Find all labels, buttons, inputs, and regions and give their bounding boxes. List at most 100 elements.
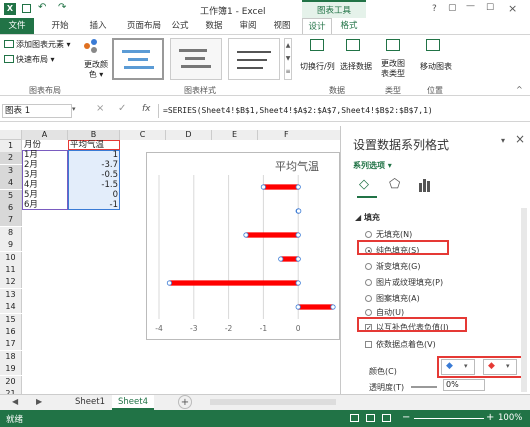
- pattern-fill-option[interactable]: 图案填充(A): [365, 293, 420, 304]
- fill-section-header[interactable]: ◢ 填充: [355, 212, 380, 223]
- quick-layout-icon[interactable]: [4, 55, 14, 63]
- chart-area[interactable]: 平均气温 -4 -3 -2 -1 0: [146, 152, 340, 340]
- tab-insert[interactable]: 插入: [84, 18, 112, 34]
- cancel-icon[interactable]: ×: [96, 103, 104, 114]
- row-header[interactable]: 19: [0, 363, 22, 376]
- chart-style-1[interactable]: [112, 38, 164, 80]
- selection-handle[interactable]: [166, 280, 173, 286]
- row-header[interactable]: 14: [0, 301, 22, 314]
- invert-color-button[interactable]: ◆ ▾: [483, 359, 517, 375]
- restore-icon[interactable]: ▢: [448, 3, 457, 13]
- sheet-prev-icon[interactable]: ◀: [12, 397, 18, 406]
- selection-handle[interactable]: [330, 304, 336, 310]
- zoom-in-button[interactable]: +: [486, 412, 494, 423]
- tab-format[interactable]: 格式: [334, 18, 364, 34]
- tab-home[interactable]: 开始: [46, 18, 74, 34]
- pane-close-button[interactable]: ×: [515, 132, 525, 146]
- vary-colors-checkbox[interactable]: [365, 341, 372, 348]
- tab-formulas[interactable]: 公式: [166, 18, 194, 34]
- zoom-level[interactable]: 100%: [498, 413, 522, 423]
- row-header[interactable]: 15: [0, 313, 22, 326]
- row-header[interactable]: 9: [0, 239, 22, 252]
- selection-handle[interactable]: [260, 184, 267, 190]
- transparency-input[interactable]: 0%: [443, 379, 485, 391]
- bar-2月[interactable]: [169, 280, 299, 286]
- cell-a1[interactable]: 月份: [24, 140, 68, 150]
- row-header[interactable]: 10: [0, 251, 22, 264]
- switch-row-col-icon[interactable]: [310, 39, 324, 51]
- page-break-view-icon[interactable]: [382, 414, 391, 422]
- name-box-dropdown-icon[interactable]: ▾: [72, 105, 76, 113]
- cell-a5[interactable]: 4月: [24, 180, 68, 190]
- horizontal-scrollbar[interactable]: [210, 399, 336, 405]
- picture-fill-radio[interactable]: [365, 279, 372, 286]
- worksheet-grid[interactable]: A B C D E F 1 2 3 4 5 6 7 8 9 10 11 12 13 14 15 16 17 18 1…: [0, 130, 340, 395]
- gradient-fill-option[interactable]: 渐变填充(G): [365, 261, 420, 272]
- normal-view-icon[interactable]: [350, 414, 359, 422]
- pane-dropdown-icon[interactable]: ▾: [501, 136, 505, 145]
- tab-data[interactable]: 数据: [200, 18, 228, 34]
- change-chart-type-button[interactable]: 更改图表类型: [380, 59, 406, 79]
- selection-handle[interactable]: [295, 304, 301, 310]
- chart-style-scroll-icon[interactable]: ▲ ▼ ≡: [284, 38, 292, 80]
- fill-color-button[interactable]: ◆ ▾: [441, 359, 475, 375]
- row-header[interactable]: 6: [0, 202, 22, 214]
- row-header[interactable]: 20: [0, 375, 22, 388]
- cell-b7[interactable]: -1: [68, 200, 118, 210]
- redo-icon[interactable]: ↷: [58, 2, 66, 13]
- cell-a7[interactable]: 6月: [24, 200, 68, 210]
- bar-1月[interactable]: [298, 304, 333, 310]
- move-chart-button[interactable]: 移动图表: [420, 61, 452, 72]
- no-fill-radio[interactable]: [365, 231, 372, 238]
- tab-design[interactable]: 设计: [302, 18, 332, 34]
- row-header[interactable]: 3: [0, 164, 22, 177]
- switch-row-col-button[interactable]: 切换行/列: [300, 61, 335, 72]
- tab-page-layout[interactable]: 页面布局: [120, 18, 168, 34]
- select-data-button[interactable]: 选择数据: [340, 61, 372, 72]
- tab-view[interactable]: 视图: [268, 18, 296, 34]
- row-header[interactable]: 18: [0, 350, 22, 363]
- selection-handle[interactable]: [295, 280, 301, 286]
- cell-a2[interactable]: 1月: [24, 150, 68, 160]
- selection-handle[interactable]: [278, 256, 284, 262]
- cell-a3[interactable]: 2月: [24, 160, 68, 170]
- tab-review[interactable]: 审阅: [234, 18, 262, 34]
- column-header-e[interactable]: E: [212, 130, 258, 140]
- change-chart-type-icon[interactable]: [386, 39, 400, 51]
- add-sheet-button[interactable]: +: [178, 395, 192, 409]
- cell-b3[interactable]: -3.7: [68, 160, 118, 170]
- row-header[interactable]: 8: [0, 226, 22, 239]
- sheet-next-icon[interactable]: ▶: [36, 397, 42, 406]
- name-box[interactable]: 图表 1: [2, 104, 72, 118]
- quick-layout-button[interactable]: 快速布局 ▾: [16, 54, 55, 65]
- gradient-fill-radio[interactable]: [365, 263, 372, 270]
- cell-b2[interactable]: 1: [68, 150, 118, 160]
- chart-style-2[interactable]: [170, 38, 222, 80]
- add-element-icon[interactable]: [4, 40, 14, 48]
- zoom-out-button[interactable]: −: [402, 412, 410, 423]
- column-header-b[interactable]: B: [68, 130, 120, 140]
- change-colors-button[interactable]: 更改颜色 ▾: [84, 60, 108, 80]
- transparency-slider[interactable]: [411, 386, 437, 388]
- save-icon[interactable]: [22, 4, 31, 13]
- sheet-tab-sheet1[interactable]: Sheet1: [70, 395, 110, 409]
- undo-icon[interactable]: ↶: [38, 2, 46, 13]
- close-icon[interactable]: ×: [508, 2, 517, 15]
- minimize-icon[interactable]: —: [466, 1, 475, 11]
- row-header[interactable]: 12: [0, 276, 22, 289]
- formula-input[interactable]: =SERIES(Sheet4!$B$1,Sheet4!$A$2:$A$7,She…: [158, 104, 524, 118]
- row-header[interactable]: 7: [0, 214, 22, 227]
- move-chart-icon[interactable]: [426, 39, 440, 51]
- vary-colors-option[interactable]: 依数据点着色(V): [365, 339, 436, 350]
- selection-handle[interactable]: [243, 232, 249, 238]
- pane-scrollbar[interactable]: [521, 208, 527, 392]
- fill-line-icon[interactable]: ◇: [359, 178, 375, 192]
- effects-icon[interactable]: ⬠: [389, 178, 405, 192]
- column-header-a[interactable]: A: [22, 130, 68, 140]
- select-all-corner[interactable]: [0, 130, 22, 140]
- selection-handle[interactable]: [295, 232, 301, 238]
- help-icon[interactable]: ?: [432, 4, 437, 14]
- bar-4月[interactable]: [246, 232, 299, 238]
- select-data-icon[interactable]: [346, 39, 360, 51]
- automatic-fill-radio[interactable]: [365, 309, 372, 316]
